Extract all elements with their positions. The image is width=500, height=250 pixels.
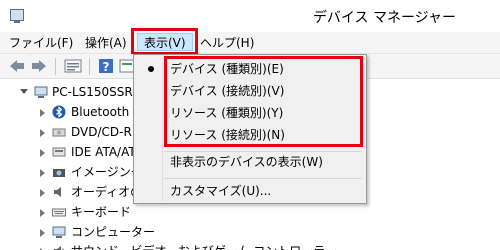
forward-arrow-icon[interactable] xyxy=(30,58,48,74)
view-devices-by-type[interactable]: デバイス (種類別)(E) xyxy=(136,58,364,80)
expand-arrow-icon[interactable] xyxy=(40,189,45,197)
tree-item-label: キーボード xyxy=(71,205,132,219)
expand-arrow-icon[interactable] xyxy=(40,129,45,137)
tree-item[interactable]: Bluetooth xyxy=(0,102,140,122)
back-arrow-icon[interactable] xyxy=(8,58,26,74)
customize-item[interactable]: カスタマイズ(U)... xyxy=(136,180,364,202)
expand-arrow-icon[interactable] xyxy=(40,169,45,177)
tree-item-label: サウンド、ビデオ、およびゲーム コントローラー xyxy=(71,241,337,250)
tree-item[interactable]: DVD/CD-R xyxy=(0,122,140,142)
bluetooth-icon xyxy=(52,105,66,119)
expand-arrow-icon[interactable] xyxy=(40,209,45,217)
tree-item[interactable]: イメージング ラ xyxy=(0,162,159,182)
menu-item-label: リソース (接続別)(N) xyxy=(170,128,285,142)
menu-bar: ファイル(F) 操作(A) 表示(V) ヘルプ(H) xyxy=(0,32,500,54)
menu-separator xyxy=(164,178,362,179)
tree-item-label: DVD/CD-R xyxy=(71,125,132,139)
tree-item[interactable]: IDE ATA/AT xyxy=(0,142,140,162)
expand-arrow-icon[interactable] xyxy=(40,149,45,157)
computer-icon xyxy=(52,226,66,238)
keyboard-icon xyxy=(52,208,66,217)
menu-item-label: デバイス (種類別)(E) xyxy=(170,62,284,76)
menu-file[interactable]: ファイル(F) xyxy=(3,34,79,52)
expand-arrow-icon[interactable] xyxy=(40,109,45,117)
tree-root-label: PC-LS150SSR xyxy=(52,85,133,99)
tree-item[interactable]: コンピューター xyxy=(0,222,155,242)
dvd-drive-icon xyxy=(52,128,66,137)
window-title: デバイス マネージャー xyxy=(312,10,456,26)
ide-controller-icon xyxy=(52,147,66,157)
view-resources-by-type[interactable]: リソース (種類別)(Y) xyxy=(136,102,364,124)
menu-action[interactable]: 操作(A) xyxy=(79,34,133,52)
help-icon[interactable]: ? xyxy=(97,58,115,74)
sound-icon xyxy=(54,246,64,250)
tree-item-label: コンピューター xyxy=(71,225,156,239)
view-devices-by-connection[interactable]: デバイス (接続別)(V) xyxy=(136,80,364,102)
show-hidden-devices[interactable]: 非表示のデバイスの表示(W) xyxy=(136,151,364,173)
computer-icon xyxy=(34,86,48,98)
collapse-arrow-icon[interactable] xyxy=(20,89,28,94)
menu-item-label: 非表示のデバイスの表示(W) xyxy=(170,155,323,169)
view-resources-by-connection[interactable]: リソース (接続別)(N) xyxy=(136,124,364,146)
camera-icon xyxy=(53,169,65,177)
menu-view[interactable]: 表示(V) xyxy=(137,33,193,51)
tree-root[interactable]: PC-LS150SSR xyxy=(0,82,140,102)
toolbar-separator xyxy=(55,58,56,75)
menu-item-label: カスタマイズ(U)... xyxy=(170,184,272,198)
view-dropdown-menu: デバイス (種類別)(E) デバイス (接続別)(V) リソース (種類別)(Y… xyxy=(133,54,367,204)
tree-item[interactable]: オーディオの入 xyxy=(0,182,154,202)
device-manager-icon xyxy=(10,9,24,23)
menu-help[interactable]: ヘルプ(H) xyxy=(194,34,260,52)
properties-icon[interactable] xyxy=(64,58,82,74)
menu-item-label: リソース (種類別)(Y) xyxy=(170,106,284,120)
svg-text:?: ? xyxy=(103,60,110,74)
menu-item-label: デバイス (接続別)(V) xyxy=(170,84,285,98)
tree-item[interactable]: サウンド、ビデオ、およびゲーム コントローラー xyxy=(0,241,337,250)
expand-arrow-icon[interactable] xyxy=(40,229,45,237)
speaker-icon xyxy=(54,187,61,197)
tree-item[interactable]: キーボード xyxy=(0,202,140,222)
toolbar-separator xyxy=(89,58,90,75)
title-bar: デバイス マネージャー xyxy=(0,0,500,32)
radio-bullet-icon xyxy=(148,66,154,72)
tree-item-label: IDE ATA/AT xyxy=(71,145,136,159)
tree-item-label: Bluetooth xyxy=(71,105,130,119)
